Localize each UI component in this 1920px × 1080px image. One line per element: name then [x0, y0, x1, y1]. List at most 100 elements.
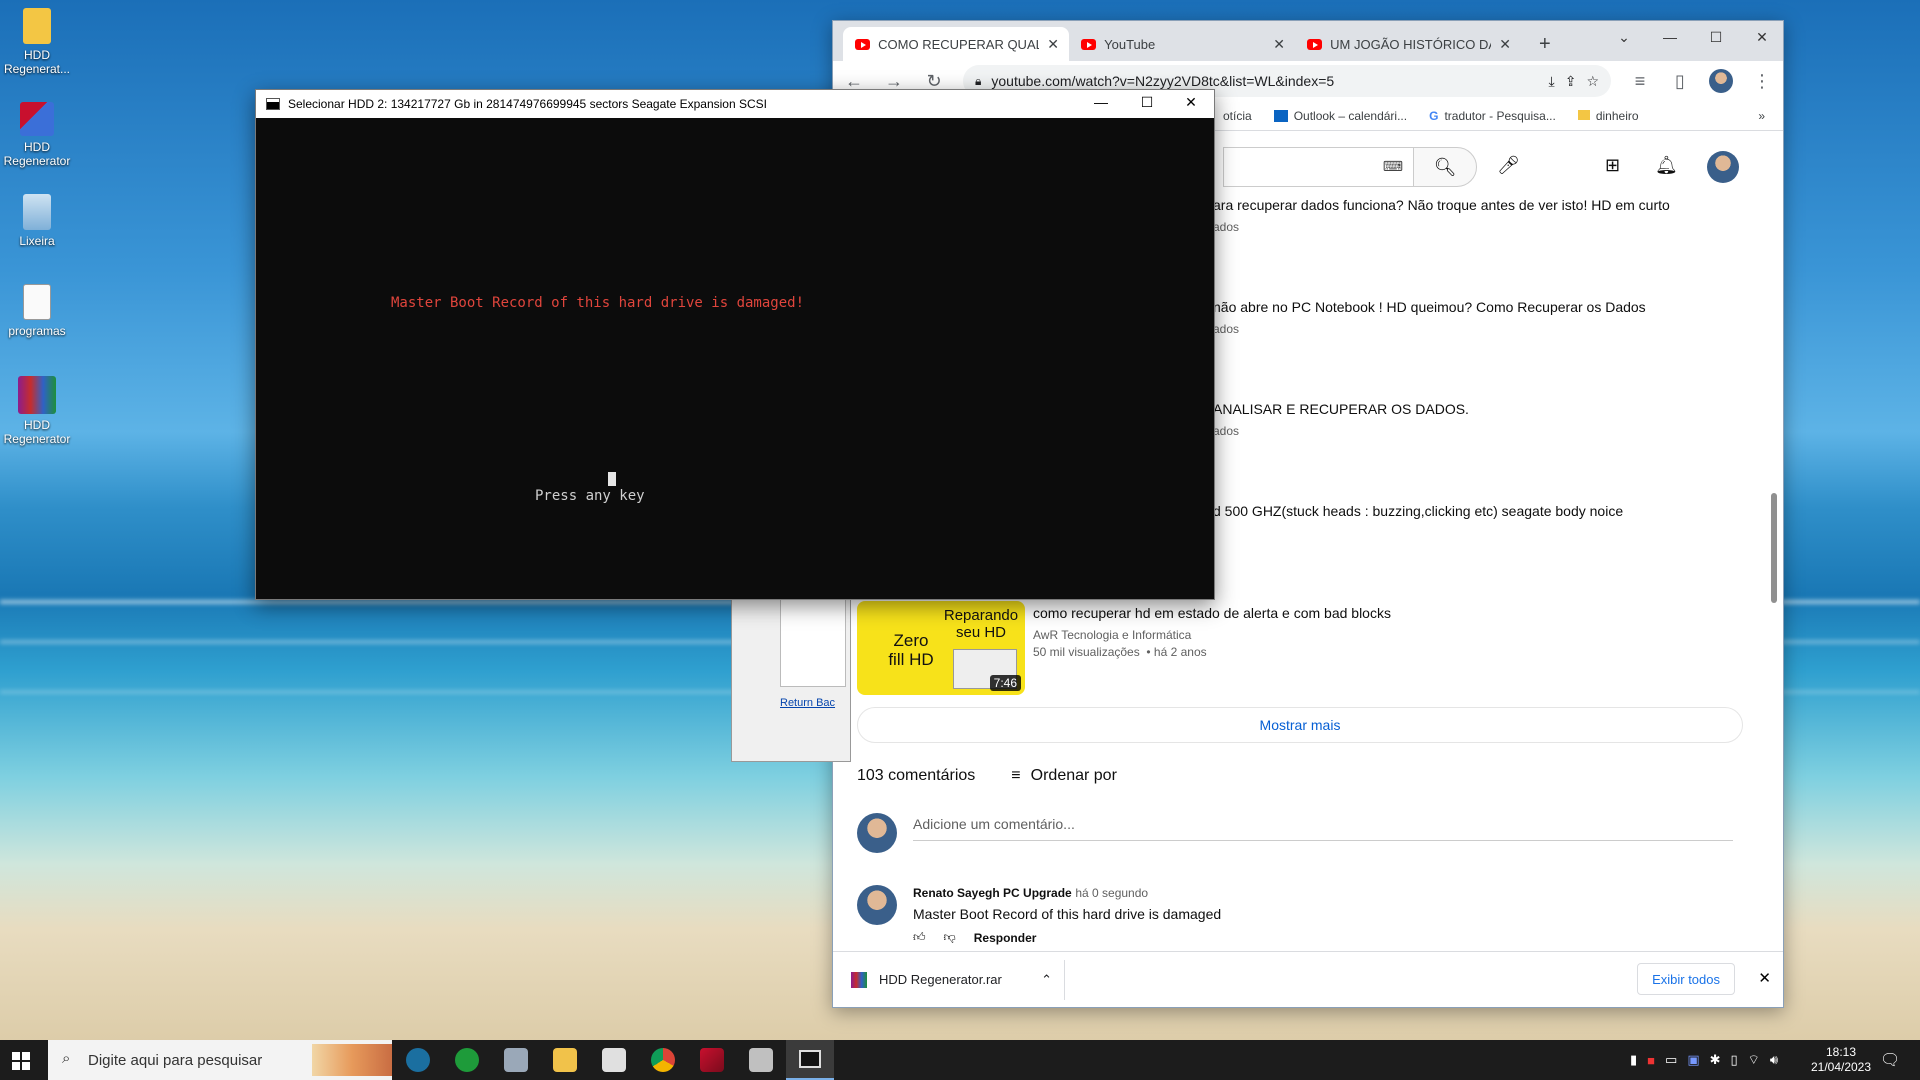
file-explorer-icon[interactable] — [553, 1048, 577, 1072]
desktop-icon-hdd-regenerator-shortcut[interactable]: HDD Regenerator — [2, 102, 72, 168]
tab-title: UM JOGÃO HISTÓRICO DA FU — [1330, 36, 1491, 52]
tab-title: COMO RECUPERAR QUALQUE — [878, 36, 1040, 52]
network-tray-icon[interactable]: ▭ — [1665, 1052, 1677, 1068]
search-icon: ⌕ — [62, 1050, 71, 1067]
related-video-5[interactable]: como recuperar hd em estado de alerta e … — [1033, 605, 1391, 661]
desktop-icon-hdd-regenerator-rar[interactable]: HDD Regenerator — [2, 376, 72, 446]
clock-time: 18:13 — [1825, 1045, 1857, 1059]
video-editor-icon[interactable] — [602, 1048, 626, 1072]
desktop-icon-label: programas — [8, 324, 66, 338]
dislike-icon[interactable]: 👎︎ — [944, 930, 956, 945]
usb-icon[interactable]: ▯ — [1731, 1052, 1738, 1068]
youtube-search-button[interactable]: 🔍︎ — [1413, 147, 1477, 187]
audio-meter-icon[interactable]: ▮ — [1630, 1052, 1637, 1068]
desktop-icon-programas[interactable]: programas — [2, 284, 72, 338]
wifi-icon[interactable]: ⌔ — [1748, 1052, 1760, 1068]
url-text: youtube.com/watch?v=N2zyy2VD8tc&list=WL&… — [991, 73, 1335, 89]
console-minimize-button[interactable]: — — [1078, 94, 1124, 110]
console-maximize-button[interactable]: ☐ — [1124, 94, 1170, 111]
reply-button[interactable]: Responder — [974, 931, 1037, 945]
chrome-menu-icon[interactable]: ⋮ — [1751, 71, 1773, 92]
tab-youtube[interactable]: YouTube ✕ — [1069, 27, 1295, 61]
console-title-bar[interactable]: Selecionar HDD 2: 134217727 Gb in 281474… — [256, 90, 1214, 118]
side-panel-icon[interactable]: ▯ — [1669, 71, 1691, 92]
new-tab-button[interactable]: + — [1527, 27, 1561, 61]
mbr-damaged-message: Master Boot Record of this hard drive is… — [391, 295, 805, 311]
tab-title: YouTube — [1104, 36, 1156, 52]
taskbar-search-input[interactable]: ⌕ Digite aqui para pesquisar — [48, 1040, 392, 1080]
video-meta: ados — [1213, 322, 1240, 336]
bookmark-tradutor[interactable]: Gtradutor - Pesquisa... — [1429, 109, 1556, 123]
tab-como-recuperar[interactable]: COMO RECUPERAR QUALQUE ✕ — [843, 27, 1069, 61]
close-tab-icon[interactable]: ✕ — [1047, 36, 1059, 53]
app-tray-icon[interactable]: ■ — [1647, 1053, 1655, 1068]
more-bookmarks-icon[interactable]: » — [1758, 109, 1765, 123]
youtube-search-input[interactable]: ⌨ — [1223, 147, 1413, 187]
create-video-icon[interactable]: ⊞ — [1605, 155, 1620, 176]
outlook-icon — [1273, 109, 1288, 122]
comment-author-avatar[interactable] — [857, 885, 897, 925]
related-video-1[interactable]: ara recuperar dados funciona? Não troque… — [1213, 197, 1670, 236]
desktop-icon-hdd-folder[interactable]: HDD Regenerat... — [2, 8, 72, 76]
network-app-icon[interactable] — [504, 1048, 528, 1072]
bookmark-star-icon[interactable]: ☆ — [1586, 73, 1599, 90]
page-scrollbar[interactable] — [1771, 493, 1777, 603]
console-taskbar-button[interactable] — [786, 1040, 834, 1080]
desktop-icon-recycle-bin[interactable]: Lixeira — [2, 194, 72, 248]
video-title: não abre no PC Notebook ! HD queimou? Co… — [1213, 299, 1646, 315]
steam-icon[interactable] — [406, 1048, 430, 1072]
bluetooth-icon[interactable]: ✱ — [1710, 1052, 1721, 1068]
video-meta: ados — [1213, 220, 1240, 234]
youtube-avatar[interactable] — [1707, 151, 1739, 183]
maximize-button[interactable]: ☐ — [1693, 29, 1739, 46]
bookmark-noticia[interactable]: otícia — [1223, 109, 1252, 123]
minimize-button[interactable]: — — [1647, 29, 1693, 45]
add-comment-input[interactable]: Adicione um comentário... — [913, 816, 1733, 841]
like-icon[interactable]: 👍︎ — [913, 930, 926, 945]
clock[interactable]: 18:13 21/04/2023 — [1806, 1040, 1876, 1080]
close-download-shelf-icon[interactable]: ✕ — [1758, 969, 1771, 987]
tab-search-icon[interactable]: ⌄ — [1601, 29, 1647, 46]
video-thumbnail[interactable]: Reparando seu HD Zero fill HD 7:46 — [857, 601, 1025, 695]
sort-icon: ≡ — [1011, 767, 1021, 784]
xbox-icon[interactable] — [455, 1048, 479, 1072]
profile-avatar[interactable] — [1709, 69, 1733, 93]
close-window-button[interactable]: ✕ — [1739, 29, 1785, 46]
search-icon: 🔍︎ — [1433, 156, 1457, 177]
related-video-2[interactable]: não abre no PC Notebook ! HD queimou? Co… — [1213, 299, 1646, 338]
system-tray: ▮ ■ ▭ ▣ ✱ ▯ ⌔ 🔊︎ — [1630, 1040, 1810, 1080]
return-back-link[interactable]: Return Bac — [780, 697, 835, 709]
tab-jogao[interactable]: UM JOGÃO HISTÓRICO DA FU ✕ — [1295, 27, 1521, 61]
related-video-4[interactable]: d 500 GHZ(stuck heads : buzzing,clicking… — [1213, 503, 1623, 519]
close-tab-icon[interactable]: ✕ — [1499, 36, 1511, 53]
keyboard-icon[interactable]: ⌨ — [1383, 158, 1403, 175]
text-cursor — [608, 472, 616, 486]
download-item[interactable]: HDD Regenerator.rar ⌃ — [851, 959, 1065, 1000]
display-tray-icon[interactable]: ▣ — [1687, 1052, 1699, 1068]
channel-name[interactable]: AwR Tecnologia e Informática — [1033, 627, 1391, 644]
chrome-icon[interactable] — [651, 1048, 675, 1072]
bookmark-dinheiro[interactable]: dinheiro — [1577, 109, 1639, 123]
comment-time[interactable]: há 0 segundo — [1075, 886, 1148, 900]
show-more-button[interactable]: Mostrar mais — [857, 707, 1743, 743]
volume-icon[interactable]: 🔊︎ — [1770, 1052, 1778, 1068]
notification-center-icon[interactable]: 🗨︎ — [1880, 1050, 1900, 1070]
close-tab-icon[interactable]: ✕ — [1273, 36, 1285, 53]
install-icon[interactable]: ⤓ — [1549, 73, 1555, 90]
comments-header: 103 comentários ≡ Ordenar por — [857, 767, 1117, 785]
microphone-icon[interactable]: 🎤︎ — [1497, 155, 1520, 176]
bookmark-outlook[interactable]: Outlook – calendári... — [1273, 109, 1407, 123]
comment-author[interactable]: Renato Sayegh PC Upgrade — [913, 886, 1072, 900]
related-video-3[interactable]: ANALISAR E RECUPERAR OS DADOS. ados — [1213, 401, 1469, 440]
show-all-downloads-button[interactable]: Exibir todos — [1637, 963, 1735, 995]
drive-tool-icon[interactable] — [749, 1048, 773, 1072]
sort-comments-button[interactable]: ≡ Ordenar por — [1011, 767, 1117, 785]
winrar-archive-icon — [851, 971, 867, 988]
hdd-regenerator-taskbar-icon[interactable] — [700, 1048, 724, 1072]
share-icon[interactable]: ⇪ — [1565, 73, 1577, 90]
media-queue-icon[interactable]: ≡ — [1629, 71, 1651, 92]
windows-start-button[interactable] — [12, 1052, 30, 1070]
chevron-up-icon[interactable]: ⌃ — [1041, 972, 1052, 988]
notifications-bell-icon[interactable]: 🔔︎ — [1655, 155, 1678, 176]
console-close-button[interactable]: ✕ — [1168, 94, 1214, 111]
